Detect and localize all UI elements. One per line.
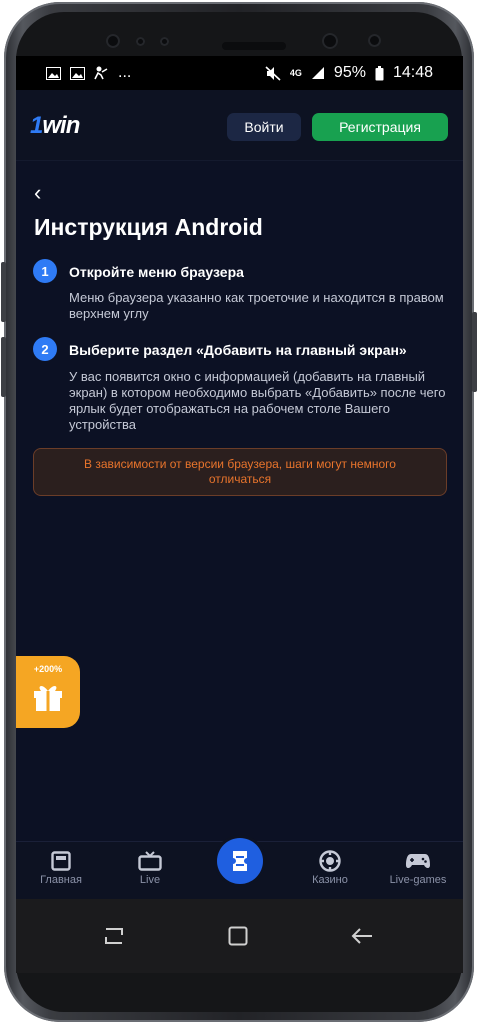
nav-label: Казино [312,874,348,886]
signal-icon [311,67,324,79]
screen: ... 4G 95% 14:48 1win Войти Регистрация … [16,56,463,899]
nav-label: Live-games [389,874,447,886]
recent-apps-button[interactable] [84,899,144,973]
step-title: Выберите раздел «Добавить на главный экр… [69,342,407,358]
login-button[interactable]: Войти [227,113,301,141]
nav-item-live-games[interactable]: Live-games [374,848,462,886]
home-square-icon [228,926,248,946]
step-title: Откройте меню браузера [69,264,244,280]
register-button[interactable]: Регистрация [312,113,448,141]
person-icon [94,66,108,80]
gamepad-icon [406,854,430,868]
status-ellipsis: ... [118,64,132,81]
system-navigation-bar [16,899,463,973]
tv-icon [138,851,162,871]
casino-chip-icon [319,850,341,872]
sensor-icon [160,37,169,46]
mute-icon [265,65,281,81]
nav-item-bets[interactable] [217,838,263,884]
nav-label: Главная [40,874,82,886]
sensor-icon [136,37,145,46]
recent-apps-icon [105,928,123,944]
step-number: 1 [33,259,57,283]
ticket-icon [233,851,247,871]
status-bar: ... 4G 95% 14:48 [16,56,463,90]
iris-sensor-icon [368,34,381,47]
page-title: Инструкция Android [34,214,263,240]
clock: 14:48 [392,64,433,81]
bonus-label: +200% [33,664,63,674]
bonus-gift-button[interactable]: +200% [16,656,80,728]
logo[interactable]: 1win [30,112,80,140]
home-button[interactable] [208,899,268,973]
image-icon [46,66,61,80]
network-type: 4G [289,68,302,78]
volume-button [1,262,6,322]
step-description: Меню браузера указанно как троеточие и н… [69,290,444,321]
system-back-button[interactable] [332,899,392,973]
step-number: 2 [33,337,57,361]
power-button [472,312,477,392]
back-arrow-icon [351,928,372,944]
home-icon [51,851,71,871]
nav-item-casino[interactable]: Казино [286,848,374,886]
earpiece-speaker [222,42,286,50]
app-header: 1win Войти Регистрация [16,90,463,161]
gift-icon [34,686,62,711]
logo-prefix: 1 [30,112,43,139]
nav-label: Live [139,874,161,886]
front-camera-icon [322,33,338,49]
battery-icon [375,65,384,80]
step-description: У вас появится окно с информацией (добав… [69,369,446,432]
nav-item-live[interactable]: Live [106,848,194,886]
bixby-button [1,337,6,397]
browser-version-note: В зависимости от версии браузера, шаги м… [33,448,447,496]
nav-item-home[interactable]: Главная [17,848,105,886]
image-icon [70,66,85,80]
battery-level: 95% [333,64,366,81]
back-chevron-icon[interactable]: ‹ [34,182,41,204]
bottom-navigation: Главная Live Казино Live-games [16,838,463,899]
sensor-icon [106,34,120,48]
logo-suffix: win [42,112,80,139]
